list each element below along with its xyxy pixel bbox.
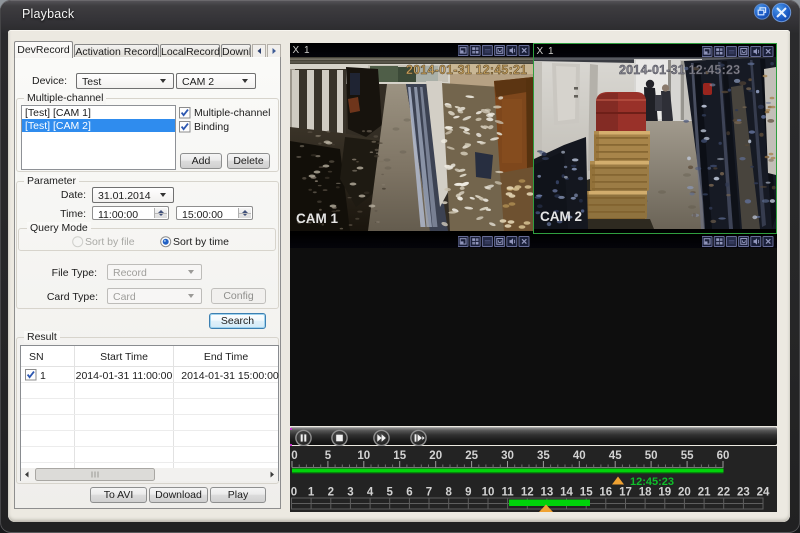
svg-text:23: 23: [737, 487, 750, 499]
svg-text:20: 20: [429, 450, 442, 462]
svg-text:5: 5: [325, 450, 332, 462]
svg-text:CAM 2: CAM 2: [540, 209, 582, 224]
svg-text:2014-01-31 12:45:23: 2014-01-31 12:45:23: [619, 63, 740, 77]
svg-text:0: 0: [291, 450, 297, 462]
svg-text:8: 8: [445, 487, 452, 499]
svg-text:24: 24: [757, 487, 770, 499]
svg-text:6: 6: [406, 487, 412, 499]
svg-text:9: 9: [465, 487, 471, 499]
svg-text:5: 5: [386, 487, 393, 499]
svg-text:20: 20: [678, 487, 691, 499]
svg-text:15: 15: [393, 450, 406, 462]
svg-text:0: 0: [291, 487, 297, 499]
svg-text:40: 40: [573, 450, 586, 462]
svg-text:16: 16: [599, 487, 612, 499]
svg-text:21: 21: [698, 487, 711, 499]
svg-text:22: 22: [717, 487, 730, 499]
svg-text:12: 12: [521, 487, 534, 499]
svg-text:7: 7: [426, 487, 432, 499]
svg-text:10: 10: [482, 487, 495, 499]
svg-text:35: 35: [537, 450, 550, 462]
svg-text:10: 10: [357, 450, 370, 462]
svg-text:2: 2: [328, 487, 334, 499]
svg-text:25: 25: [465, 450, 478, 462]
svg-text:15: 15: [580, 487, 593, 499]
svg-text:55: 55: [681, 450, 694, 462]
svg-text:45: 45: [609, 450, 622, 462]
svg-text:60: 60: [717, 450, 730, 462]
svg-text:30: 30: [501, 450, 514, 462]
svg-text:3: 3: [347, 487, 353, 499]
svg-text:18: 18: [639, 487, 652, 499]
svg-text:4: 4: [367, 487, 374, 499]
svg-text:13: 13: [541, 487, 554, 499]
svg-text:11: 11: [502, 487, 515, 499]
svg-text:2014-01-31 12:45:21: 2014-01-31 12:45:21: [406, 63, 527, 77]
svg-text:17: 17: [619, 487, 632, 499]
svg-text:19: 19: [658, 487, 671, 499]
svg-text:14: 14: [560, 487, 573, 499]
svg-text:CAM 1: CAM 1: [296, 211, 338, 226]
svg-text:50: 50: [645, 450, 658, 462]
svg-text:1: 1: [308, 487, 315, 499]
